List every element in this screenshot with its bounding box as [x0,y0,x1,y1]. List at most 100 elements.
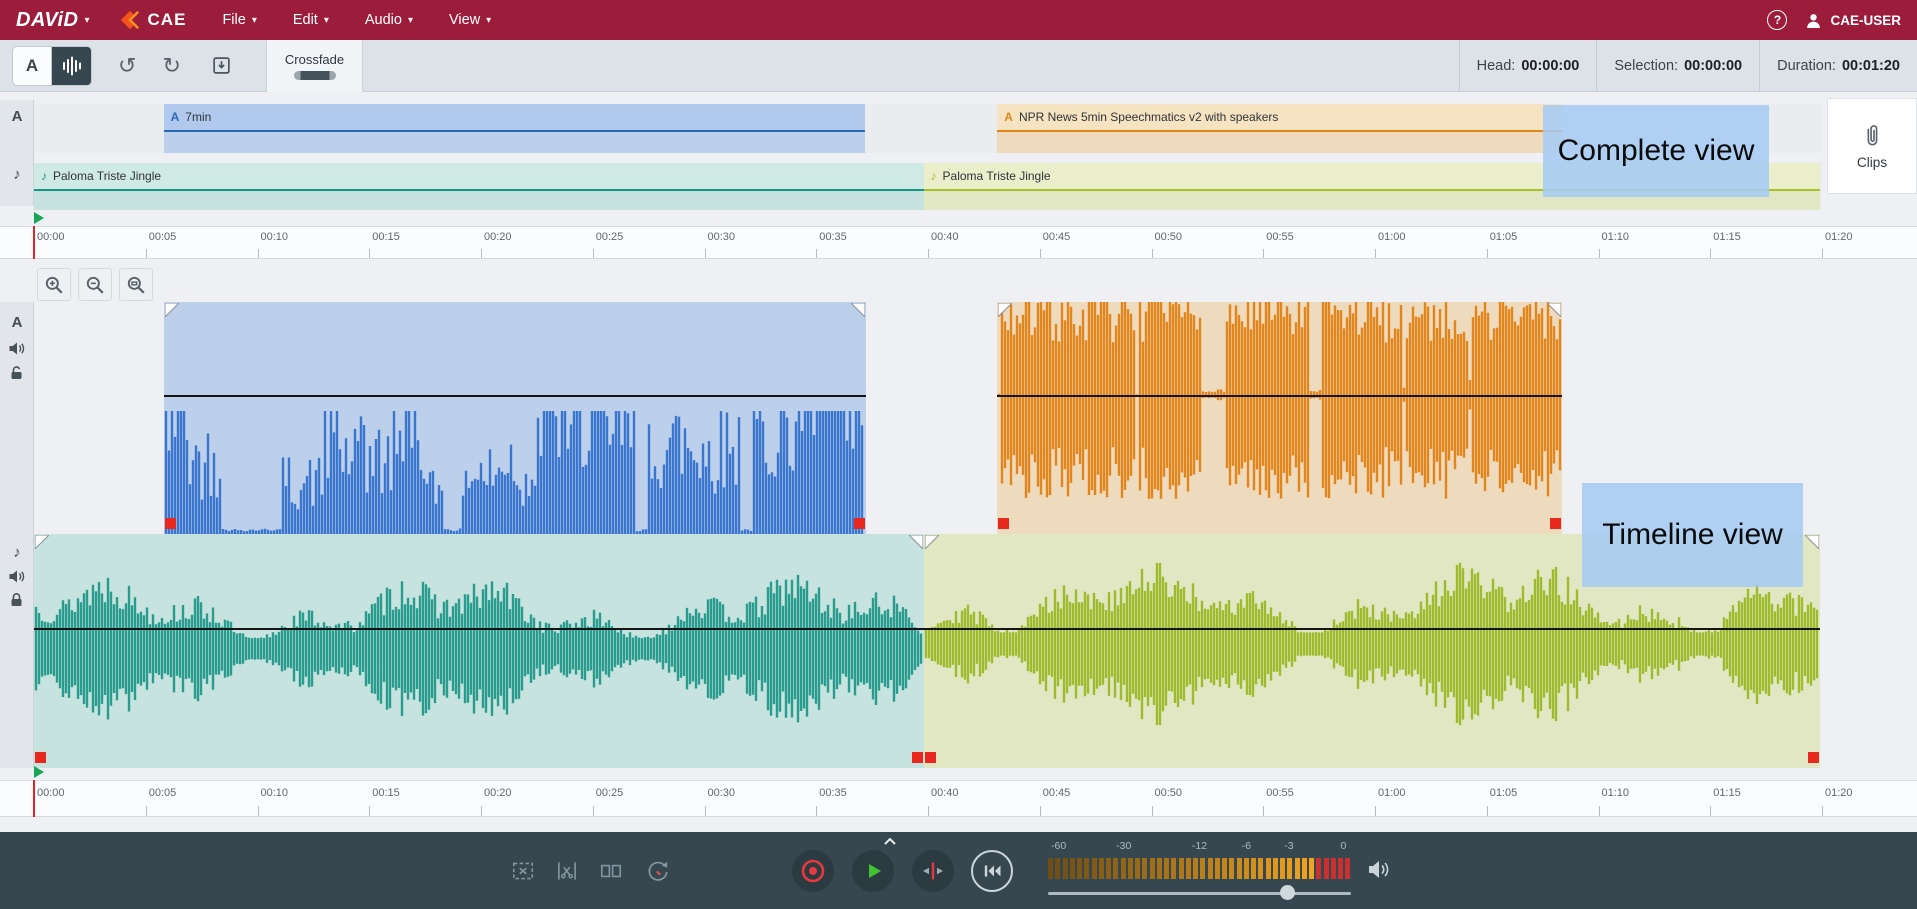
annotation-complete-view-text: Complete view [1558,134,1755,168]
trim-handle-right[interactable] [1808,752,1819,763]
trim-handle-right[interactable] [854,518,865,529]
output-speaker-icon[interactable] [1368,859,1391,880]
volume-envelope-line[interactable] [997,395,1562,397]
audio-clip[interactable] [164,302,866,534]
fade-in-handle[interactable] [925,535,939,549]
playhead-marker[interactable] [34,766,44,778]
readout-label: Duration: [1777,58,1836,74]
ruler-tick-label: 00:15 [372,787,400,799]
trim-handle-right[interactable] [912,752,923,763]
speaker-icon[interactable] [8,569,26,584]
user-icon[interactable] [1805,12,1822,29]
zoom-out-button[interactable] [78,268,112,301]
head-display: Head:00:00:00 [1459,40,1597,91]
zoom-in-button[interactable] [37,268,71,301]
readout-label: Head: [1477,58,1516,74]
ruler-tick-mark [1822,806,1823,816]
lock-icon[interactable] [10,592,24,607]
crossfade-label: Crossfade [285,52,344,67]
clips-panel[interactable]: Clips [1827,98,1917,194]
cut-selection-button[interactable] [510,858,536,884]
fade-in-handle[interactable] [35,535,49,549]
fade-out-handle[interactable] [1547,303,1561,317]
ruler-tick-mark [1487,806,1488,816]
volume-slider[interactable] [1048,892,1351,895]
ruler-tick-label: 00:00 [37,231,65,243]
menu-label: File [222,12,245,28]
music-note-icon: ♪ [8,544,26,561]
fade-in-handle[interactable] [165,303,179,317]
menu-file[interactable]: File▾ [222,12,256,28]
crossfade-button[interactable]: Crossfade [266,40,363,92]
trim-handle-right[interactable] [1550,518,1561,529]
ruler-tick-label: 00:50 [1155,231,1183,243]
menu-edit[interactable]: Edit▾ [293,12,329,28]
expand-caret-icon[interactable] [884,838,896,845]
ruler-tick-mark [928,806,929,816]
trim-handle-left[interactable] [925,752,936,763]
save-button[interactable] [211,55,232,76]
fade-out-handle[interactable] [1805,535,1819,549]
lock-open-icon[interactable] [10,365,24,380]
undo-button[interactable]: ↺ [118,55,136,77]
revert-to-mark-button[interactable] [645,858,671,884]
meter-segment [1164,858,1169,879]
record-button[interactable] [792,850,834,892]
clip-title-row: ♪Paloma Triste Jingle [34,163,924,189]
playhead-line [33,226,35,259]
meter-segment [1113,858,1118,879]
trim-handle-left[interactable] [35,752,46,763]
audio-clip[interactable] [34,534,924,768]
ruler-tick-mark [1710,249,1711,258]
fade-out-handle[interactable] [851,303,865,317]
redo-button[interactable]: ↻ [162,55,180,77]
volume-envelope-line[interactable] [34,628,924,630]
annotation-timeline-view-text: Timeline view [1602,518,1783,552]
audio-clip[interactable] [997,302,1562,534]
clip-accent-line [34,189,924,191]
menu-view[interactable]: View▾ [449,12,491,28]
waveform-mode-button[interactable] [52,46,92,86]
readout-value: 00:01:20 [1842,58,1900,74]
cut-at-marks-button[interactable] [554,858,580,884]
ruler-tick-label: 00:10 [261,231,289,243]
ruler-tick-label: 01:10 [1602,787,1630,799]
ruler-tick-mark [1599,249,1600,258]
meter-segment [1338,858,1343,879]
zoom-fit-button[interactable] [119,268,153,301]
meter-scale-label: -60 [1051,840,1066,852]
fade-in-handle[interactable] [998,303,1012,317]
readout-label: Selection: [1614,58,1678,74]
locate-mark-button[interactable] [912,850,954,892]
split-clip-button[interactable] [598,858,624,884]
overview-clip[interactable]: ANPR News 5min Speechmatics v2 with spea… [997,104,1562,153]
trim-handle-left[interactable] [998,518,1009,529]
playhead-line [33,780,35,817]
overview-clip[interactable]: A7min [164,104,866,153]
playhead-marker[interactable] [34,212,44,224]
ruler-tick-mark [1040,249,1041,258]
clip-label: 7min [185,110,211,124]
volume-slider-thumb[interactable] [1280,885,1295,900]
david-logo[interactable]: DAViD ▾ [16,9,90,32]
overview-clip[interactable]: ♪Paloma Triste Jingle [34,163,924,210]
ruler-tick-label: 00:25 [596,231,624,243]
trim-handle-left[interactable] [165,518,176,529]
volume-envelope-line[interactable] [924,628,1820,630]
play-button[interactable] [852,850,894,892]
speaker-icon[interactable] [8,341,26,356]
skip-to-start-button[interactable] [971,850,1013,892]
menu-bar: File▾ Edit▾ Audio▾ View▾ [222,12,491,28]
music-note-icon: ♪ [41,169,47,183]
volume-envelope-line[interactable] [164,395,866,397]
ruler-tick-mark [258,806,259,816]
ruler-tick-mark [816,806,817,816]
fade-out-handle[interactable] [909,535,923,549]
timeline-ruler[interactable]: 00:0000:0500:1000:1500:2000:2500:3000:35… [0,780,1917,817]
menu-audio[interactable]: Audio▾ [365,12,413,28]
help-icon[interactable]: ? [1767,10,1787,30]
text-mode-button[interactable]: A [12,46,52,86]
meter-scale-label: -3 [1284,840,1293,852]
ruler-tick-mark [1263,806,1264,816]
overview-ruler[interactable]: 00:0000:0500:1000:1500:2000:2500:3000:35… [0,226,1917,259]
